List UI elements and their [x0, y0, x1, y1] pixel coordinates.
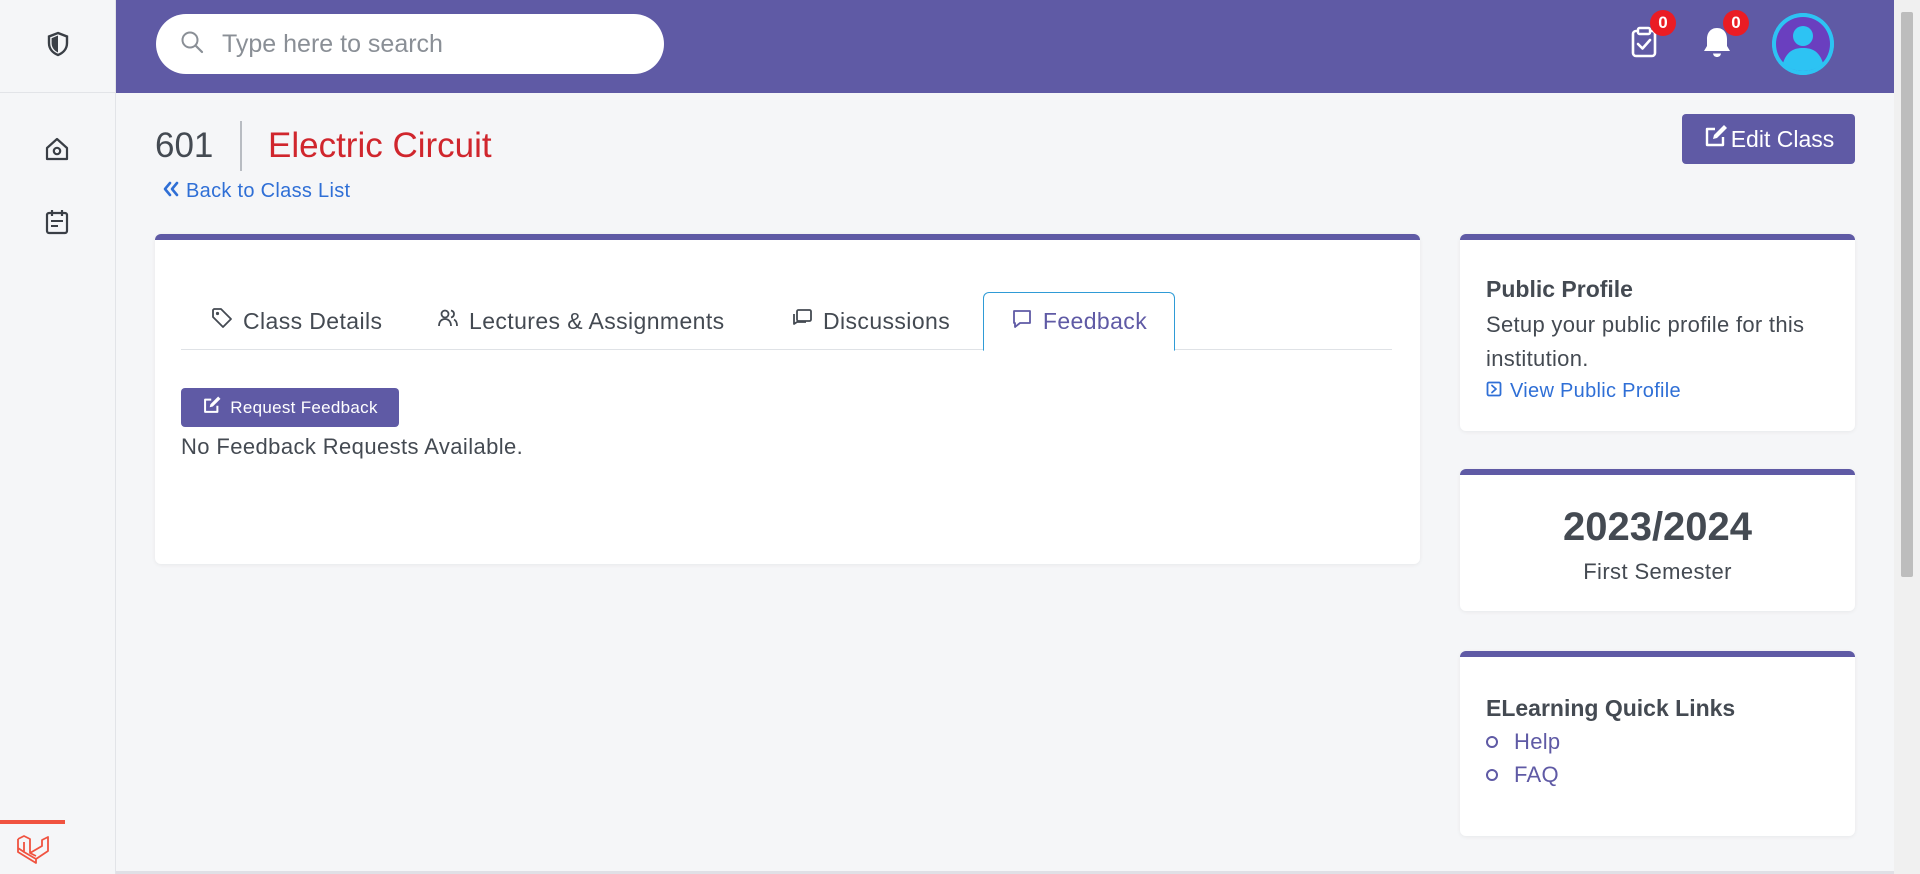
quick-link-help[interactable]: Help [1486, 729, 1560, 755]
back-link-label: Back to Class List [186, 180, 351, 202]
tab-label: Class Details [243, 307, 383, 334]
calendar-icon[interactable] [42, 207, 72, 237]
home-icon[interactable] [42, 134, 72, 164]
academic-year: 2023/2024 [1562, 505, 1753, 549]
view-public-profile-link[interactable]: View Public Profile [1486, 380, 1681, 403]
public-profile-description: Setup your public profile for this insti… [1486, 312, 1805, 371]
quick-link-label: FAQ [1514, 762, 1559, 787]
users-icon [437, 307, 459, 335]
tab-feedback[interactable]: Feedback [983, 292, 1175, 351]
request-feedback-label: Request Feedback [230, 397, 378, 417]
quick-link-label: Help [1514, 729, 1561, 754]
search-icon [180, 30, 204, 59]
bell-icon [1699, 28, 1735, 64]
tab-class-details[interactable]: Class Details [211, 292, 382, 350]
public-profile-card: Public Profile Setup your public profile… [1460, 234, 1855, 431]
tab-label: Discussions [823, 307, 951, 334]
edit-icon [1703, 123, 1729, 155]
class-code: 601 [155, 126, 214, 165]
semester-card: 2023/2024 First Semester [1460, 469, 1855, 611]
tasks-count-badge: 0 [1650, 10, 1676, 36]
tab-discussions[interactable]: Discussions [791, 292, 950, 350]
tab-lectures-assignments[interactable]: Lectures & Assignments [437, 292, 725, 350]
brand-area [0, 0, 115, 93]
title-divider [240, 121, 242, 171]
edit-class-button[interactable]: Edit Class [1682, 114, 1855, 164]
back-to-class-list-link[interactable]: Back to Class List [162, 180, 350, 203]
circle-bullet-icon [1486, 736, 1498, 748]
quick-links-title: ELearning Quick Links [1486, 695, 1736, 721]
class-title: Electric Circuit [268, 126, 492, 165]
edit-class-label: Edit Class [1730, 125, 1835, 152]
tag-icon [211, 307, 233, 335]
scrollbar-thumb[interactable] [1901, 12, 1913, 577]
request-feedback-button[interactable]: Request Feedback [181, 388, 399, 427]
notifications-button[interactable]: 0 [1699, 10, 1749, 64]
circle-bullet-icon [1486, 769, 1498, 781]
laravel-logo-icon[interactable] [0, 820, 65, 874]
quick-link-faq[interactable]: FAQ [1486, 762, 1559, 788]
empty-state-message: No Feedback Requests Available. [181, 434, 524, 459]
top-navbar: 0 0 [116, 0, 1894, 93]
external-box-icon [1486, 380, 1502, 403]
quick-links-card: ELearning Quick Links Help FAQ [1460, 651, 1855, 836]
user-avatar-icon [1772, 13, 1834, 75]
edit-icon [202, 395, 222, 420]
shield-icon[interactable] [46, 31, 70, 62]
tab-label: Lectures & Assignments [469, 307, 725, 334]
view-public-profile-label: View Public Profile [1510, 380, 1681, 402]
class-tabs: Class Details Lectures & Assignments Dis… [181, 292, 1392, 351]
search-bar[interactable] [156, 14, 664, 74]
class-content-card: Class Details Lectures & Assignments Dis… [155, 234, 1420, 564]
clipboard-check-icon [1626, 26, 1662, 64]
sidebar [0, 0, 116, 874]
semester-name: First Semester [1583, 559, 1732, 584]
search-input[interactable] [222, 29, 622, 59]
public-profile-title: Public Profile [1486, 276, 1633, 302]
user-avatar[interactable] [1772, 13, 1834, 75]
tasks-button[interactable]: 0 [1626, 10, 1676, 64]
tab-label: Feedback [1042, 308, 1148, 334]
double-chevron-left-icon [162, 180, 180, 203]
page-scrollbar[interactable] [1894, 0, 1920, 874]
notifications-count-badge: 0 [1723, 10, 1749, 36]
comment-icon [1011, 308, 1033, 336]
chat-copy-icon [791, 307, 813, 335]
